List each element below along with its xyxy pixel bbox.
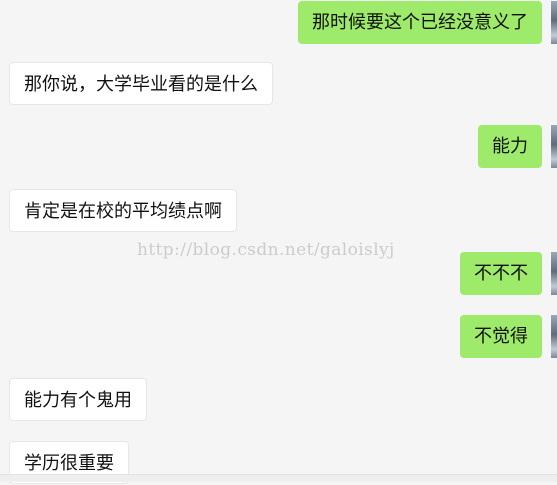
chat-panel: 那时候要这个已经没意义了 那你说，大学毕业看的是什么 能力 肯定是在校的平均绩点… (0, 0, 557, 484)
bottom-divider (0, 474, 557, 482)
message-text: 能力有个鬼用 (24, 390, 132, 411)
message-text: 学历很重要 (24, 453, 114, 474)
message-bubble-received[interactable]: 能力有个鬼用 (9, 378, 147, 421)
message-bubble-received[interactable]: 那你说，大学毕业看的是什么 (9, 62, 273, 105)
message-text: 那你说，大学毕业看的是什么 (24, 74, 258, 95)
message-text: 那时候要这个已经没意义了 (312, 12, 528, 33)
message-bubble-sent[interactable]: 那时候要这个已经没意义了 (298, 1, 542, 44)
avatar[interactable] (551, 125, 557, 168)
message-text: 不觉得 (474, 326, 528, 347)
message-bubble-sent[interactable]: 能力 (478, 125, 542, 168)
message-text: 能力 (492, 136, 528, 157)
watermark-url: http://blog.csdn.net/galoislyj (137, 240, 395, 260)
message-bubble-sent[interactable]: 不觉得 (460, 315, 542, 358)
avatar[interactable] (551, 1, 557, 44)
message-bubble-received[interactable]: 肯定是在校的平均绩点啊 (9, 189, 237, 232)
message-text: 不不不 (474, 263, 528, 284)
avatar[interactable] (551, 315, 557, 358)
message-bubble-sent[interactable]: 不不不 (460, 252, 542, 295)
avatar[interactable] (551, 252, 557, 295)
message-text: 肯定是在校的平均绩点啊 (24, 201, 222, 222)
